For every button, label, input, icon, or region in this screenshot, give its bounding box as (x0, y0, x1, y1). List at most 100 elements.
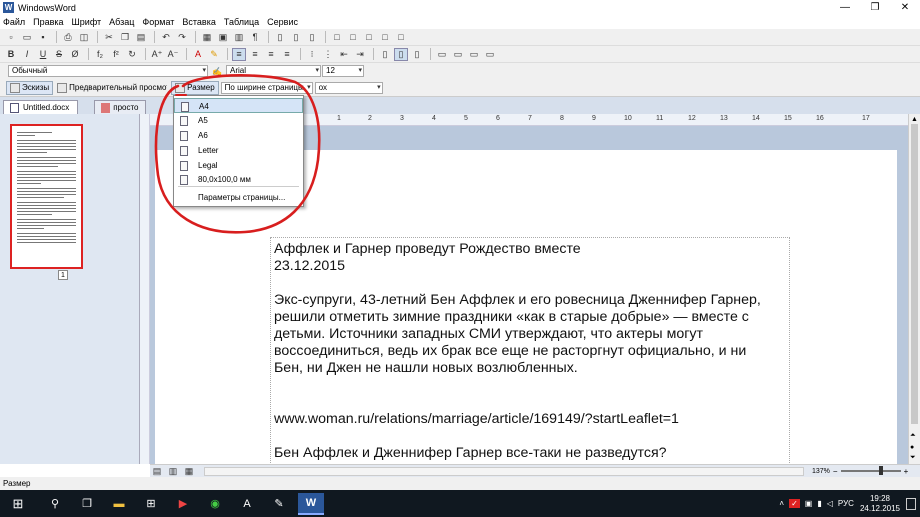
page-setup-icon[interactable]: ▭ (483, 48, 497, 61)
menu-file[interactable]: Файл (3, 17, 25, 27)
close-button[interactable]: ✕ (890, 0, 920, 15)
input-language[interactable]: РУС (838, 499, 854, 508)
web-view-icon[interactable]: ▦ (182, 465, 196, 478)
style-combo[interactable]: Обычный ▾ (8, 65, 208, 77)
toolbar-extra-icon[interactable]: ▯ (305, 31, 319, 44)
paper-option-a5[interactable]: A5 (174, 113, 303, 128)
task-view-icon[interactable]: ❐ (74, 493, 100, 515)
copy-icon[interactable]: ❐ (118, 31, 132, 44)
chrome-icon[interactable]: ◉ (202, 493, 228, 515)
paper-option-custom[interactable]: 80,0x100,0 мм (174, 172, 303, 187)
footer-icon[interactable]: ▭ (451, 48, 465, 61)
grow-font-icon[interactable]: A⁺ (150, 48, 164, 61)
font-size-combo[interactable]: 12 ▾ (322, 65, 364, 77)
tray-app-icon[interactable]: ✓ (789, 499, 800, 508)
layout-view-icon[interactable]: ▥ (166, 465, 180, 478)
tray-arrow-icon[interactable]: ˄ (779, 499, 784, 508)
normal-view-icon[interactable]: ▤ (150, 465, 164, 478)
superscript-icon[interactable]: f₂ (93, 48, 107, 61)
scroll-thumb[interactable] (911, 124, 918, 424)
menu-font[interactable]: Шрифт (72, 17, 102, 27)
open-folder-icon[interactable]: ▭ (20, 31, 34, 44)
select-browse-icon[interactable]: ● (910, 444, 914, 451)
windows-start-icon[interactable]: ⊞ (0, 493, 36, 515)
align-right-icon[interactable]: ≡ (264, 48, 278, 61)
page-setup-icon[interactable]: ▭ (467, 48, 481, 61)
shrink-font-icon[interactable]: A⁻ (166, 48, 180, 61)
border-icon[interactable]: □ (330, 31, 344, 44)
zoom-slider[interactable] (840, 466, 901, 475)
numbering-icon[interactable]: ⋮ (321, 48, 335, 61)
horizontal-scrollbar[interactable] (204, 466, 804, 476)
align-left-icon[interactable]: ≡ (232, 47, 246, 61)
toolbar-extra-icon[interactable]: ▯ (289, 31, 303, 44)
font-color-icon[interactable]: A (191, 48, 205, 61)
app-a-icon[interactable]: A (234, 493, 260, 515)
header-icon[interactable]: ▭ (435, 48, 449, 61)
page-view-icon[interactable]: ▯ (410, 48, 424, 61)
menu-insert[interactable]: Вставка (182, 17, 215, 27)
tab-second-document[interactable]: просто (94, 100, 146, 114)
highlight-icon[interactable]: ✎ (207, 48, 221, 61)
font-combo[interactable]: Arial ▾ (226, 65, 321, 77)
zoom-out-icon[interactable]: − (833, 467, 838, 476)
paper-option-letter[interactable]: Letter (174, 143, 303, 158)
file-explorer-icon[interactable]: ▬ (106, 493, 132, 515)
tray-clock[interactable]: 19:28 24.12.2015 (860, 494, 900, 514)
zoom-in-icon[interactable]: + (904, 467, 909, 476)
format-painter-icon[interactable]: ✍ (212, 67, 224, 76)
insert-image-icon[interactable]: ▣ (216, 31, 230, 44)
thumbnails-button[interactable]: Эскизы (6, 80, 54, 95)
subscript-icon[interactable]: f² (109, 48, 123, 61)
paper-option-a6[interactable]: A6 (174, 128, 303, 143)
tray-app-icon[interactable]: ▣ (805, 499, 813, 508)
align-center-icon[interactable]: ≡ (248, 48, 262, 61)
prev-page-icon[interactable]: ⏶ (910, 432, 916, 440)
save-icon[interactable]: ▪ (36, 31, 50, 44)
zoom-mode-combo[interactable]: По ширине страницы ▾ (220, 81, 313, 94)
cut-icon[interactable]: ✂ (102, 31, 116, 44)
undo-icon[interactable]: ↶ (159, 31, 173, 44)
text-effect-icon[interactable]: Ø (68, 48, 82, 61)
store-icon[interactable]: ⊞ (138, 493, 164, 515)
print-preview-icon[interactable]: ◫ (77, 31, 91, 44)
paper-option-legal[interactable]: Legal (174, 158, 303, 173)
italic-icon[interactable]: I (20, 48, 34, 61)
redo-icon[interactable]: ↷ (175, 31, 189, 44)
table-icon[interactable]: ▦ (200, 31, 214, 44)
menu-tools[interactable]: Сервис (267, 17, 298, 27)
border-icon[interactable]: □ (346, 31, 360, 44)
formatting-marks-icon[interactable]: ¶ (248, 31, 262, 44)
minimize-button[interactable]: — (830, 0, 860, 15)
print-icon[interactable]: ⎙ (61, 31, 75, 44)
bullets-icon[interactable]: ⁝ (305, 48, 319, 61)
page-view-icon[interactable]: ▯ (378, 48, 392, 61)
toolbar-extra-icon[interactable]: ▯ (273, 31, 287, 44)
columns-icon[interactable]: ▥ (232, 31, 246, 44)
new-document-icon[interactable]: ▫ (4, 31, 18, 44)
page-layout-icon[interactable]: ▯ (394, 47, 408, 61)
page-settings-item[interactable]: Параметры страницы... (174, 190, 303, 205)
paper-option-a4[interactable]: A4 (174, 98, 303, 113)
page-thumbnail[interactable] (10, 124, 83, 269)
scroll-up-icon[interactable]: ▲ (911, 116, 918, 123)
vertical-scrollbar[interactable]: ▲ ⏶ ● ⏷ (908, 114, 920, 464)
media-player-icon[interactable]: ▶ (170, 493, 196, 515)
symbol-icon[interactable]: ↻ (125, 48, 139, 61)
document-body[interactable]: Аффлек и Гарнер проведут Рождество вмест… (274, 241, 761, 462)
page-size-button[interactable]: Размер (171, 80, 219, 95)
border-icon[interactable]: □ (394, 31, 408, 44)
menu-paragraph[interactable]: Абзац (109, 17, 134, 27)
strikethrough-icon[interactable]: S (52, 48, 66, 61)
increase-indent-icon[interactable]: ⇥ (353, 48, 367, 61)
decrease-indent-icon[interactable]: ⇤ (337, 48, 351, 61)
justify-icon[interactable]: ≡ (280, 48, 294, 61)
tab-untitled[interactable]: Untitled.docx (3, 100, 79, 114)
search-icon[interactable]: ⚲ (42, 493, 68, 515)
bold-icon[interactable]: B (4, 48, 18, 61)
app-paint-icon[interactable]: ✎ (266, 493, 292, 515)
paste-icon[interactable]: ▤ (134, 31, 148, 44)
next-page-icon[interactable]: ⏷ (910, 454, 916, 462)
menu-table[interactable]: Таблица (224, 17, 259, 27)
menu-format[interactable]: Формат (142, 17, 174, 27)
